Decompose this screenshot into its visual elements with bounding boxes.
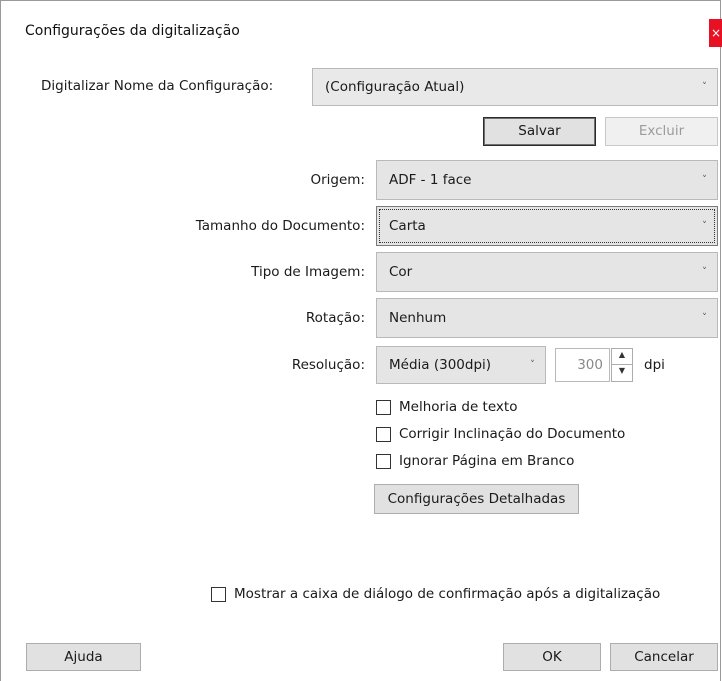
source-label: Origem:: [310, 172, 365, 188]
scan-settings-dialog: Configurações da digitalização × Digital…: [0, 0, 722, 681]
skip-blank-label: Ignorar Página em Branco: [399, 453, 575, 469]
source-dropdown[interactable]: ADF - 1 face ˅: [376, 160, 718, 200]
ok-button[interactable]: OK: [503, 643, 601, 671]
chevron-down-icon: ˅: [530, 359, 535, 371]
dpi-input[interactable]: 300: [555, 348, 610, 382]
close-button[interactable]: ×: [709, 19, 722, 47]
document-size-label: Tamanho do Documento:: [195, 218, 365, 234]
rotation-value: Nenhum: [389, 310, 447, 326]
image-type-value: Cor: [389, 264, 413, 280]
correct-skew-option[interactable]: Corrigir Inclinação do Documento: [376, 426, 625, 442]
chevron-down-icon: ˅: [702, 174, 707, 186]
help-button[interactable]: Ajuda: [26, 643, 141, 671]
chevron-down-icon: ˅: [702, 81, 707, 93]
title-bar: Configurações da digitalização ×: [1, 0, 722, 61]
dpi-stepper[interactable]: ▲ ▼: [611, 348, 633, 382]
chevron-down-icon: ˅: [702, 220, 707, 232]
rotation-dropdown[interactable]: Nenhum ˅: [376, 298, 718, 338]
chevron-down-icon: ˅: [702, 312, 707, 324]
confirm-dialog-option[interactable]: Mostrar a caixa de diálogo de confirmaçã…: [211, 586, 660, 602]
delete-button[interactable]: Excluir: [605, 117, 718, 146]
skip-blank-checkbox[interactable]: [376, 453, 391, 469]
save-button[interactable]: Salvar: [483, 117, 596, 146]
document-size-value: Carta: [389, 218, 426, 234]
correct-skew-checkbox[interactable]: [376, 426, 391, 442]
text-enhancement-label: Melhoria de texto: [399, 399, 518, 415]
config-name-value: (Configuração Atual): [325, 79, 465, 95]
image-type-label: Tipo de Imagem:: [251, 264, 365, 280]
confirm-dialog-checkbox[interactable]: [211, 586, 226, 602]
arrow-down-icon[interactable]: ▼: [612, 365, 632, 381]
dpi-unit-label: dpi: [644, 357, 665, 373]
text-enhancement-checkbox[interactable]: [376, 399, 391, 415]
cancel-button[interactable]: Cancelar: [610, 643, 718, 671]
resolution-label: Resolução:: [291, 357, 365, 373]
config-name-label: Digitalizar Nome da Configuração:: [41, 78, 274, 94]
correct-skew-label: Corrigir Inclinação do Documento: [399, 426, 626, 442]
rotation-label: Rotação:: [305, 310, 365, 326]
resolution-dropdown[interactable]: Média (300dpi) ˅: [376, 346, 546, 384]
window-title: Configurações da digitalização: [25, 23, 240, 39]
document-size-dropdown[interactable]: Carta ˅: [376, 206, 718, 246]
resolution-value: Média (300dpi): [389, 357, 492, 373]
chevron-down-icon: ˅: [702, 266, 707, 278]
arrow-up-icon[interactable]: ▲: [612, 349, 632, 365]
confirm-dialog-label: Mostrar a caixa de diálogo de confirmaçã…: [234, 586, 661, 602]
source-value: ADF - 1 face: [389, 172, 472, 188]
config-name-dropdown[interactable]: (Configuração Atual) ˅: [312, 68, 718, 106]
image-type-dropdown[interactable]: Cor ˅: [376, 252, 718, 292]
text-enhancement-option[interactable]: Melhoria de texto: [376, 399, 517, 415]
skip-blank-option[interactable]: Ignorar Página em Branco: [376, 453, 574, 469]
detailed-settings-button[interactable]: Configurações Detalhadas: [374, 484, 579, 514]
